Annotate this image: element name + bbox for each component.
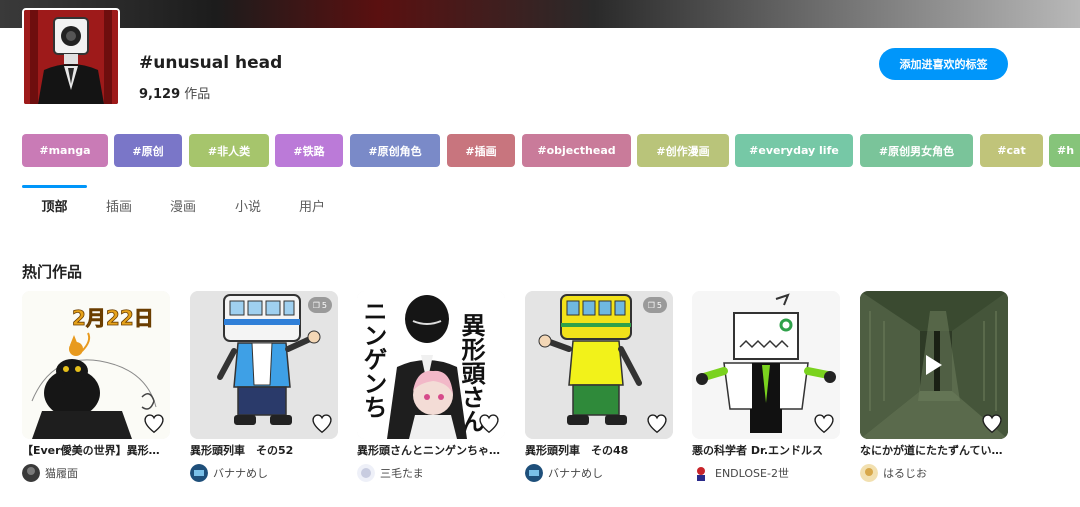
artwork-author[interactable]: バナナめし: [190, 464, 338, 482]
user-name: 三毛たま: [380, 467, 424, 480]
user-avatar: [190, 464, 208, 482]
tag-chip[interactable]: #objecthead: [522, 134, 631, 167]
heart-icon[interactable]: [812, 413, 836, 435]
user-avatar: [860, 464, 878, 482]
tag-title: #unusual head: [139, 53, 283, 73]
tag-chip-label: #铁路: [293, 144, 325, 158]
page-count: 5: [321, 300, 327, 310]
tab-manga[interactable]: 漫画: [162, 185, 204, 225]
artwork-card: ❐ 5 異形頭列車 その52 バナナめし: [190, 291, 338, 482]
page-count-badge: ❐ 5: [642, 297, 667, 313]
user-name: はるじお: [883, 467, 927, 480]
artwork-title[interactable]: 異形頭列車 その48: [525, 443, 673, 459]
artwork-card: ❐ 5 異形頭列車 その48 バナナめし: [525, 291, 673, 482]
user-avatar: [525, 464, 543, 482]
artwork-title[interactable]: 異形頭さんとニンゲンちゃ…: [357, 443, 505, 459]
artwork-vertical-text: ニンゲンち: [359, 299, 387, 419]
tag-chip-label: #创作漫画: [656, 144, 710, 158]
section-title: 热门作品: [22, 263, 83, 281]
work-count: 9,129 作品: [139, 83, 210, 102]
user-name: ENDLOSE-2世: [715, 467, 789, 480]
add-favorite-tag-button[interactable]: 添加进喜欢的标签: [879, 48, 1008, 80]
tag-chip-label: #非人类: [207, 144, 251, 158]
tag-chip[interactable]: #原创: [114, 134, 182, 167]
artwork-thumbnail[interactable]: ❐ 5: [525, 291, 673, 439]
artwork-title[interactable]: 悪の科学者 Dr.エンドルス: [692, 443, 840, 459]
pages-icon: ❐: [647, 300, 655, 310]
tag-chip[interactable]: #原创角色: [350, 134, 440, 167]
artwork-thumbnail[interactable]: ❐ 5: [190, 291, 338, 439]
artwork-author[interactable]: はるじお: [860, 464, 1008, 482]
artwork-author[interactable]: 三毛たま: [357, 464, 505, 482]
artwork-author[interactable]: バナナめし: [525, 464, 673, 482]
tag-chip-label: #everyday life: [749, 144, 839, 157]
header-banner: [0, 0, 1080, 28]
artwork-thumbnail[interactable]: 異形頭さん ニンゲンち: [357, 291, 505, 439]
tag-chip-label: #cat: [997, 144, 1026, 157]
artwork-card: なにかが道にたたずんてい… はるじお: [860, 291, 1008, 482]
page-count: 5: [656, 300, 662, 310]
artwork-thumbnail[interactable]: 2月22日: [22, 291, 170, 439]
tab-illustrations[interactable]: 插画: [98, 185, 140, 225]
play-icon[interactable]: [924, 353, 944, 377]
tag-chip[interactable]: #h: [1049, 134, 1080, 167]
artwork-date-text: 2月22日: [72, 306, 154, 330]
tag-chip-label: #原创角色: [368, 144, 422, 158]
tag-chip-label: #h: [1057, 144, 1075, 157]
user-avatar: [357, 464, 375, 482]
artwork-card: 異形頭さん ニンゲンち 異形頭さんとニンゲンちゃ… 三毛たま: [357, 291, 505, 482]
artwork-author[interactable]: ENDLOSE-2世: [692, 464, 840, 482]
tag-chip[interactable]: #manga: [22, 134, 108, 167]
tag-chip[interactable]: #非人类: [189, 134, 269, 167]
user-name: 猫履面: [45, 467, 78, 480]
tag-chip-label: #插画: [465, 144, 497, 158]
artwork-author[interactable]: 猫履面: [22, 464, 170, 482]
related-tags-row: #manga #原创 #非人类 #铁路 #原创角色 #插画 #objecthea…: [22, 134, 1080, 167]
heart-icon[interactable]: [477, 413, 501, 435]
artwork-card: 2月22日 【Ever僾美の世界】異形の… 猫履面: [22, 291, 170, 482]
tag-chip-label: #manga: [39, 144, 91, 157]
heart-icon[interactable]: [142, 413, 166, 435]
artwork-title[interactable]: 【Ever僾美の世界】異形の…: [22, 443, 170, 459]
tag-chip[interactable]: #everyday life: [735, 134, 853, 167]
user-name: バナナめし: [213, 467, 268, 480]
tag-chip[interactable]: #原创男女角色: [860, 134, 973, 167]
user-avatar: [692, 464, 710, 482]
tab-top[interactable]: 顶部: [22, 185, 87, 225]
tag-chip[interactable]: #插画: [447, 134, 515, 167]
heart-icon[interactable]: [645, 413, 669, 435]
tag-chip-label: #原创: [132, 144, 164, 158]
work-count-number: 9,129: [139, 87, 181, 102]
artwork-title[interactable]: なにかが道にたたずんてい…: [860, 443, 1008, 459]
tab-users[interactable]: 用户: [291, 185, 333, 225]
tag-chip[interactable]: #创作漫画: [637, 134, 729, 167]
pages-icon: ❐: [312, 300, 320, 310]
work-count-unit: 作品: [180, 87, 211, 102]
tab-novels[interactable]: 小说: [227, 185, 269, 225]
artwork-thumbnail[interactable]: [692, 291, 840, 439]
user-avatar: [22, 464, 40, 482]
tag-avatar: [22, 8, 120, 106]
tag-chip-label: #原创男女角色: [878, 144, 955, 158]
page-count-badge: ❐ 5: [307, 297, 332, 313]
heart-icon[interactable]: [980, 413, 1004, 435]
tag-chip-label: #objecthead: [537, 144, 616, 157]
heart-icon[interactable]: [310, 413, 334, 435]
artwork-thumbnail[interactable]: [860, 291, 1008, 439]
user-name: バナナめし: [548, 467, 603, 480]
artwork-title[interactable]: 異形頭列車 その52: [190, 443, 338, 459]
artwork-card: 悪の科学者 Dr.エンドルス ENDLOSE-2世: [692, 291, 840, 482]
tag-chip[interactable]: #铁路: [275, 134, 343, 167]
tag-chip[interactable]: #cat: [980, 134, 1043, 167]
